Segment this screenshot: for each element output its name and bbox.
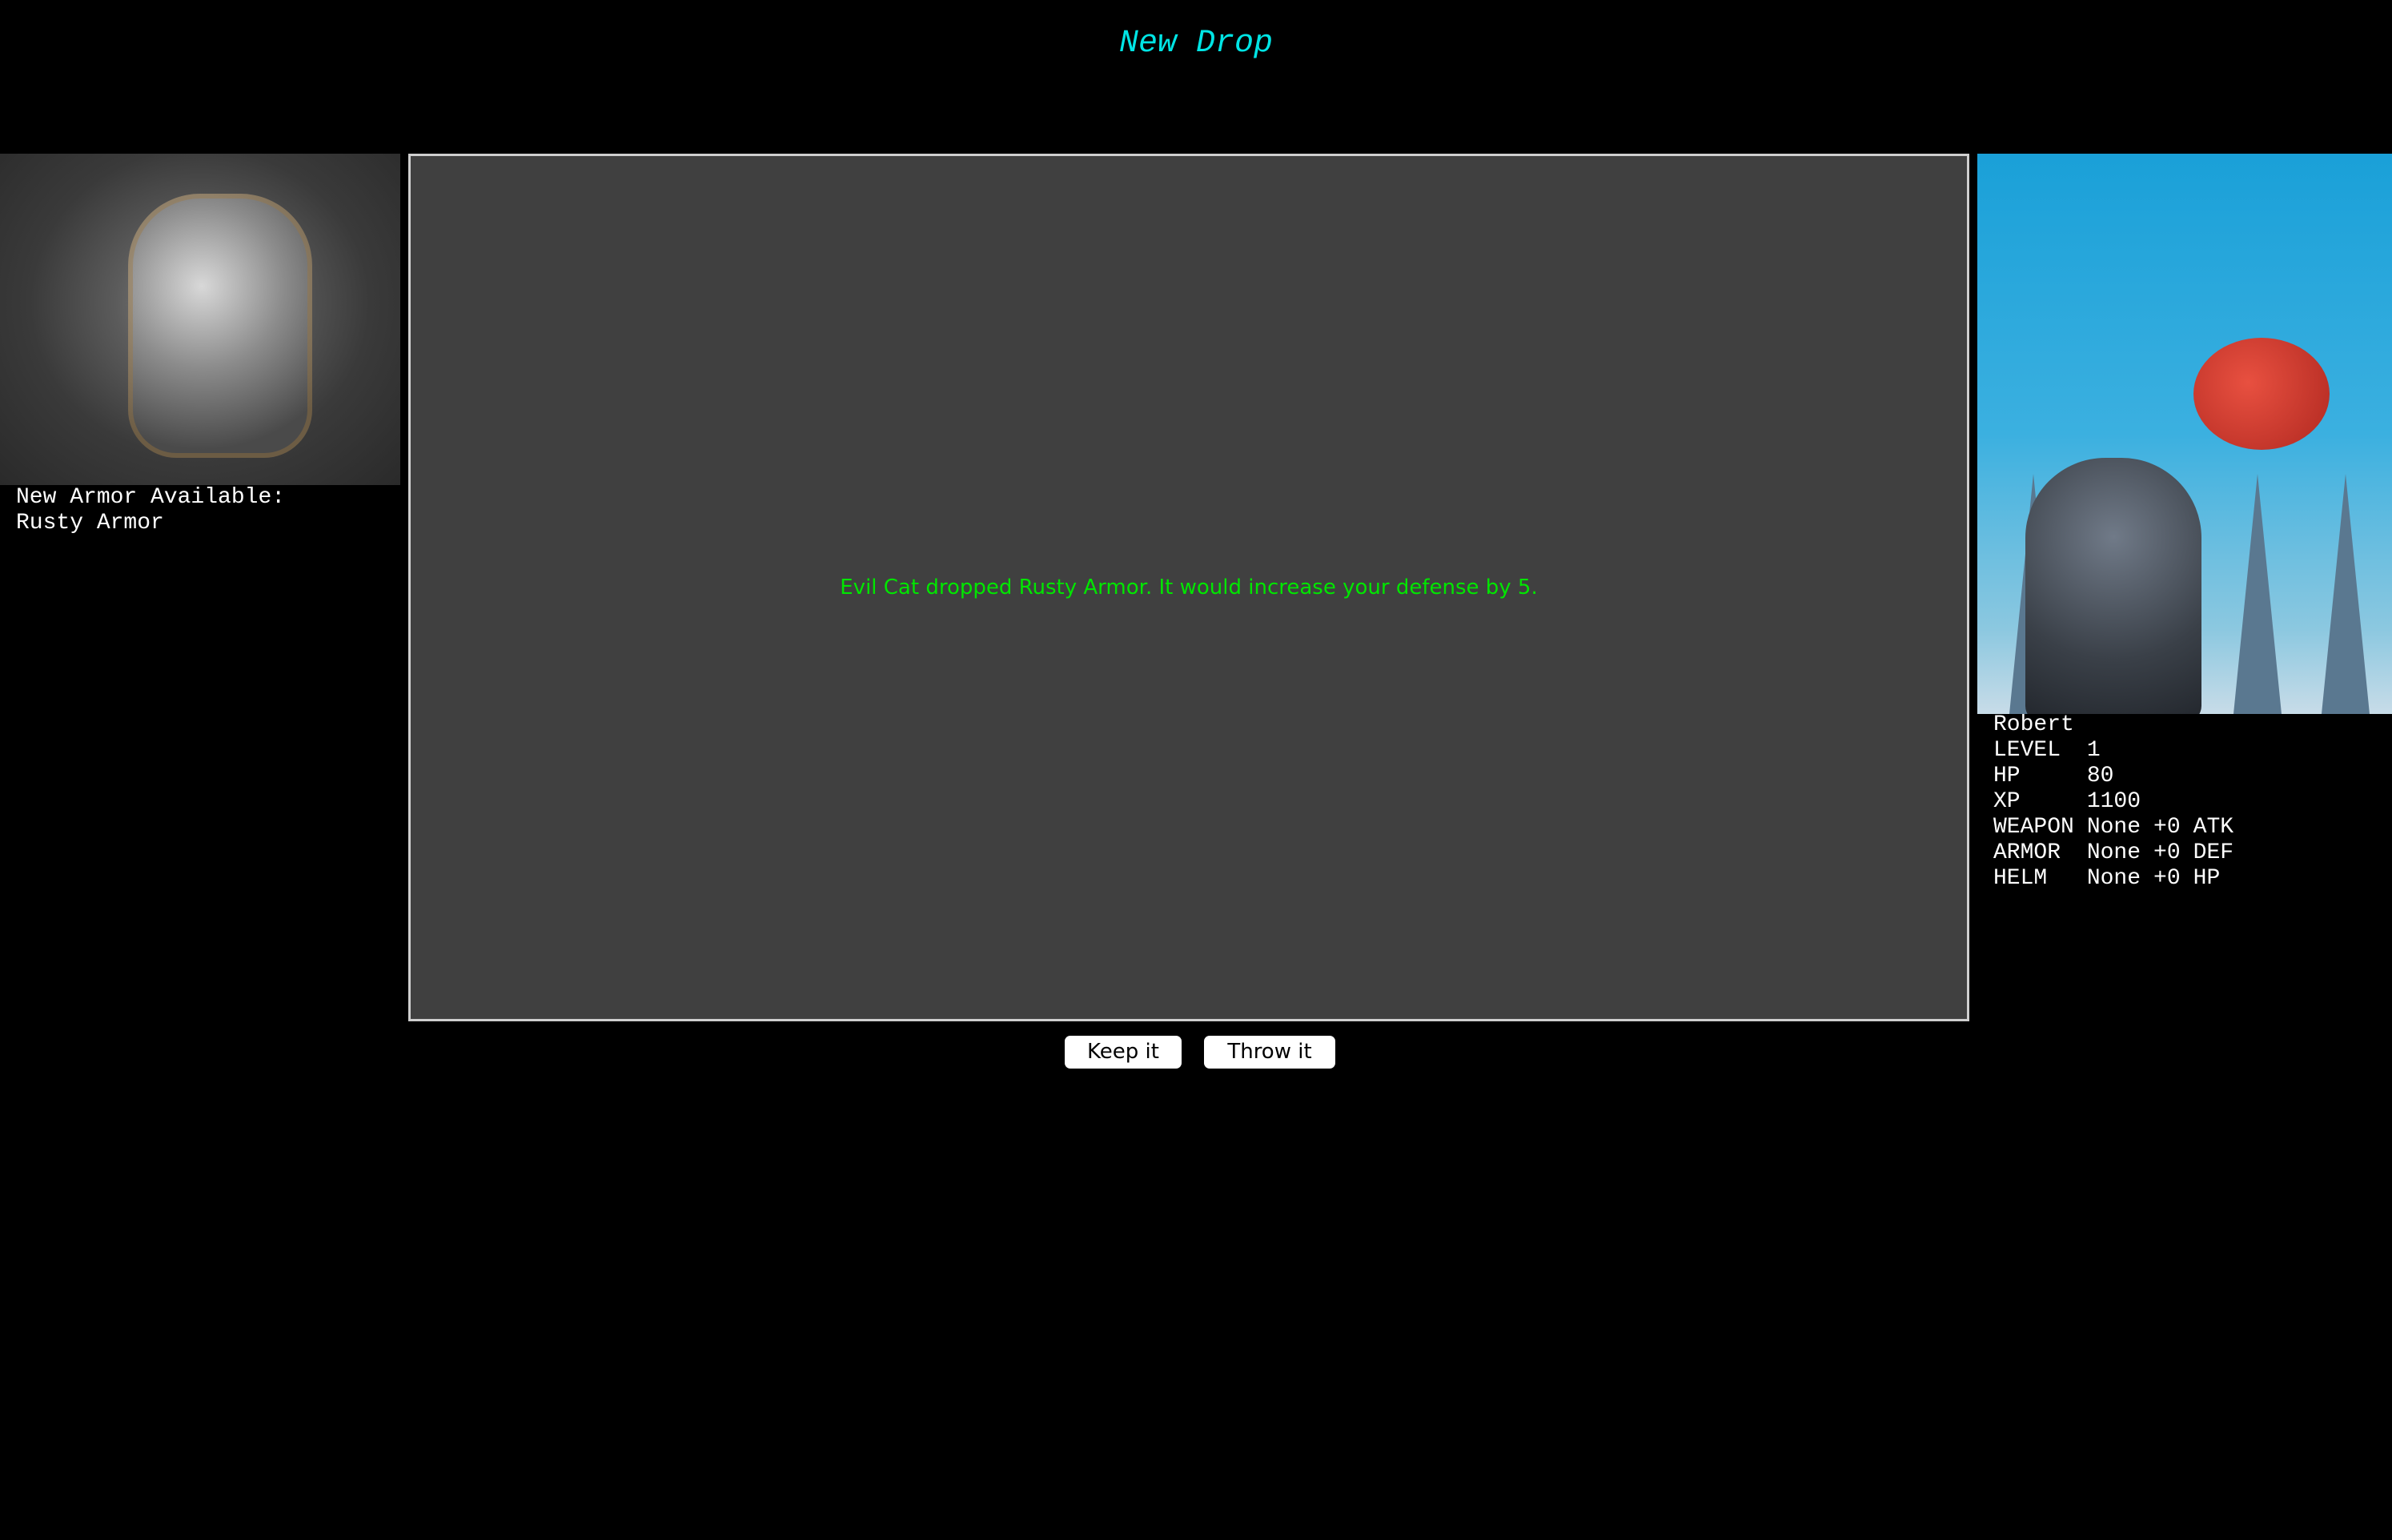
stat-row: ARMOR None +0 DEF [1993,840,2246,866]
stat-row: HP 80 [1993,764,2246,789]
stat-value: None [2086,840,2141,865]
throw-it-button[interactable]: Throw it [1204,1036,1335,1069]
tree-shape [2233,474,2282,714]
bird-illustration [2193,338,2330,450]
stat-label: HELM [1993,866,2048,891]
item-info: New Armor Available: Rusty Armor [16,485,285,536]
stat-row: WEAPON None +0 ATK [1993,815,2246,840]
tree-shape [2322,474,2370,714]
knight-illustration [2025,458,2201,714]
armor-image [0,154,400,485]
stat-type: HP [2193,866,2221,891]
stat-value: 80 [2086,764,2114,788]
item-name: Rusty Armor [16,511,164,535]
hero-stats: Robert LEVEL 1 HP 80 XP 1100 WEAPON None +0 AT… [1993,712,2246,892]
stat-value: None [2086,866,2141,891]
stat-label: XP [1993,789,2021,814]
stat-type: DEF [2193,840,2234,865]
page-title: New Drop [1118,26,1274,62]
stat-label: HP [1993,764,2021,788]
stat-bonus: +0 [2153,866,2181,891]
stat-label: ARMOR [1993,840,2061,865]
stat-label: WEAPON [1993,815,2074,840]
stat-value: 1100 [2086,789,2141,814]
drop-message: Evil Cat dropped Rusty Armor. It would i… [840,575,1538,600]
stat-row: LEVEL 1 [1993,738,2246,764]
item-heading: New Armor Available: [16,485,286,510]
hero-image [1977,154,2392,714]
stat-type: ATK [2193,815,2234,840]
stat-bonus: +0 [2153,815,2181,840]
stat-value: 1 [2086,738,2101,763]
stat-row: XP 1100 [1993,789,2246,815]
stat-row: HELM None +0 HP [1993,866,2246,892]
message-panel: Evil Cat dropped Rusty Armor. It would i… [408,154,1969,1021]
stat-label: LEVEL [1993,738,2061,763]
armor-illustration [128,194,312,458]
stat-bonus: +0 [2153,840,2181,865]
stat-value: None [2086,815,2141,840]
hero-name: Robert [1993,712,2074,737]
keep-it-button[interactable]: Keep it [1065,1036,1182,1069]
